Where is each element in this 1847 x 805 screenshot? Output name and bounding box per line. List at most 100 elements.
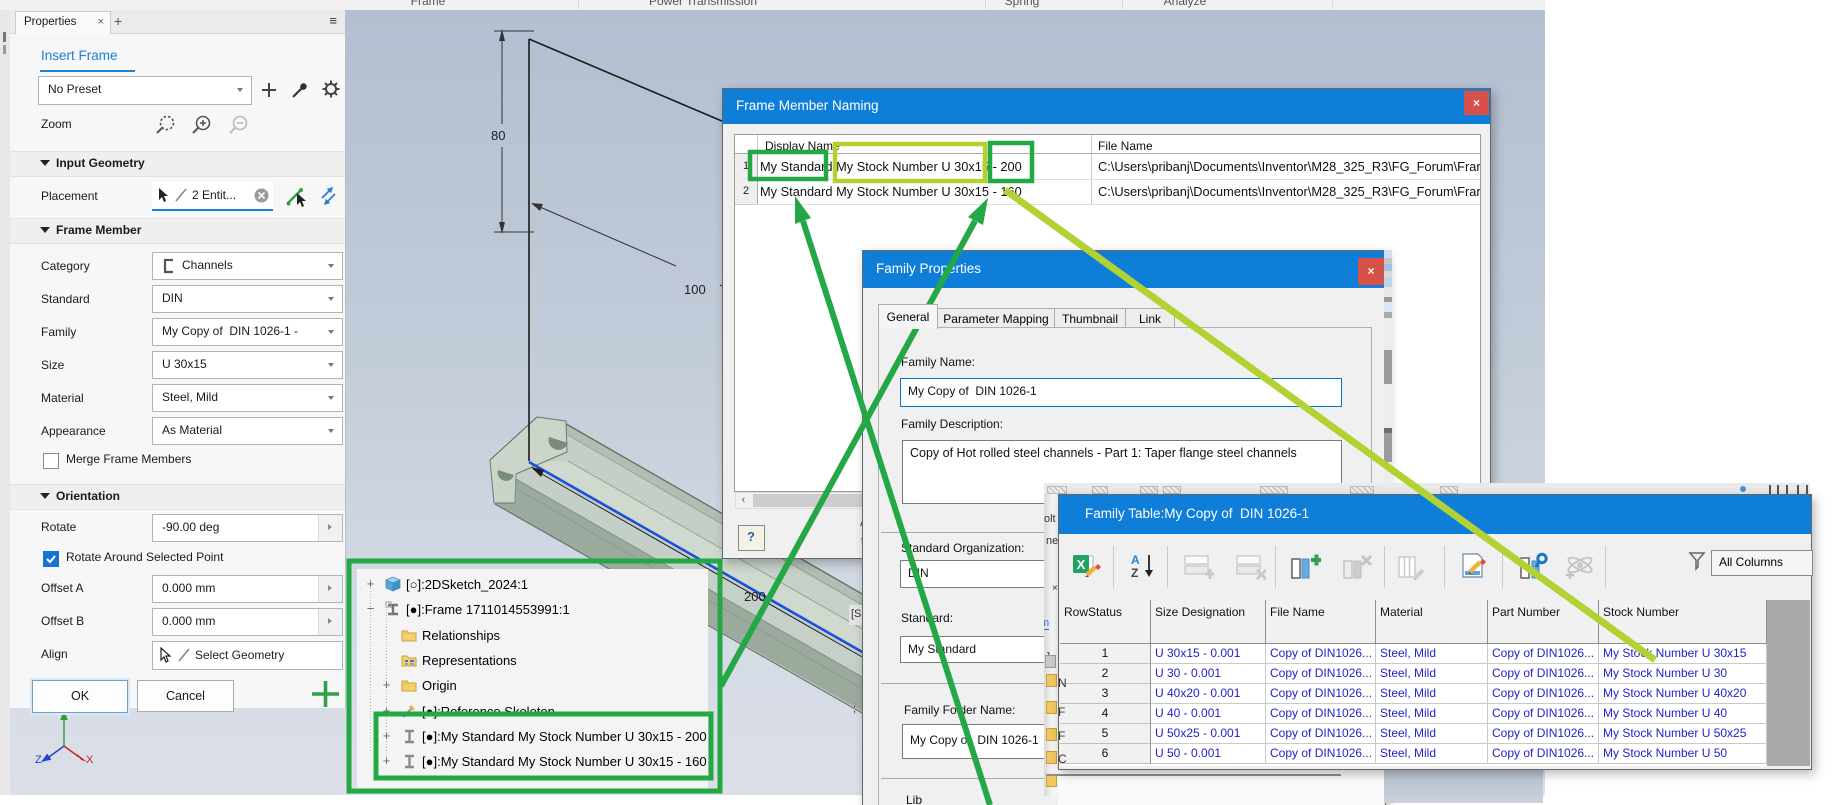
tree-expander[interactable]: + [365, 577, 376, 590]
tree-expander[interactable]: + [381, 678, 392, 691]
dropdown-category[interactable]: Channels [152, 252, 343, 280]
dropdown-standard[interactable]: DIN [152, 285, 343, 313]
key-column-icon[interactable] [1517, 552, 1549, 580]
table-cell[interactable]: U 40 - 0.001 [1151, 704, 1266, 724]
table-cell[interactable]: Copy of DIN1026... [1266, 664, 1376, 684]
column-header-size-designation[interactable]: Size Designation [1151, 600, 1266, 644]
display-name-cell[interactable]: My Standard My Stock Number U 30x15 - 20… [760, 159, 1022, 174]
frame-member-naming-titlebar[interactable]: Frame Member Naming [723, 89, 1490, 124]
table-cell[interactable]: U 40x20 - 0.001 [1151, 684, 1266, 704]
offset-b-flyout-button[interactable] [318, 609, 342, 635]
table-cell[interactable]: Steel, Mild [1376, 724, 1488, 744]
table-cell[interactable]: My Stock Number U 40 [1599, 704, 1767, 724]
filter-columns-dropdown[interactable]: All Columns [1711, 550, 1813, 576]
table-cell[interactable]: Copy of DIN1026... [1488, 724, 1599, 744]
table-cell[interactable]: My Stock Number U 40x20 [1599, 684, 1767, 704]
section-orientation[interactable]: Orientation [10, 484, 345, 510]
tree-item[interactable]: − [●]:Frame 1711014553991:1 [357, 598, 708, 623]
command-link-insert-frame[interactable]: Insert Frame [41, 48, 118, 63]
table-cell[interactable]: Copy of DIN1026... [1266, 724, 1376, 744]
family-properties-titlebar[interactable]: Family Properties [863, 251, 1385, 288]
sort-az-icon[interactable]: AZ [1129, 552, 1161, 580]
column-header-material[interactable]: Material [1376, 600, 1488, 644]
help-button[interactable]: ? [738, 525, 765, 551]
close-button[interactable]: × [1358, 258, 1384, 285]
section-input-geometry[interactable]: Input Geometry [10, 151, 345, 177]
table-cell[interactable]: Copy of DIN1026... [1488, 704, 1599, 724]
new-tab-button[interactable]: + [114, 13, 122, 29]
insert-column-icon[interactable] [1289, 552, 1321, 580]
edit-column-icon[interactable] [1395, 552, 1427, 580]
tree-item[interactable]: + [●]:My Standard My Stock Number U 30x15… [357, 750, 708, 775]
column-header-part-number[interactable]: Part Number [1488, 600, 1599, 644]
table-cell[interactable]: Copy of DIN1026... [1488, 684, 1599, 704]
preset-dropdown[interactable]: No Preset [38, 76, 252, 105]
preset-gear-icon[interactable] [321, 79, 341, 99]
table-cell[interactable]: Copy of DIN1026... [1488, 744, 1599, 764]
row-status-cell[interactable]: 4 [1060, 704, 1151, 724]
offset-a-flyout-button[interactable] [318, 576, 342, 602]
tab-properties[interactable]: Properties × [15, 11, 111, 34]
delete-column-icon[interactable] [1341, 552, 1373, 580]
preset-add-icon[interactable] [259, 80, 279, 100]
table-cell[interactable]: Copy of DIN1026... [1266, 704, 1376, 724]
tree-expander[interactable]: + [381, 754, 392, 767]
placement-field[interactable]: 2 Entit... [152, 182, 273, 211]
zoom-window-icon[interactable] [154, 113, 178, 137]
table-cell[interactable]: Steel, Mild [1376, 644, 1488, 664]
column-header-file-name[interactable]: File Name [1266, 600, 1376, 644]
clear-selection-icon[interactable] [254, 188, 269, 203]
row-status-cell[interactable]: 6 [1060, 744, 1151, 764]
merge-frame-members-checkbox[interactable] [43, 453, 59, 469]
scroll-left-icon[interactable]: ‹ [736, 493, 751, 508]
dropdown-family[interactable]: My Copy of DIN 1026-1 - [152, 318, 343, 346]
table-cell[interactable]: U 50x25 - 0.001 [1151, 724, 1266, 744]
table-cell[interactable]: Steel, Mild [1376, 684, 1488, 704]
tree-item[interactable]: + [○]:2DSketch_2024:1 [357, 573, 708, 598]
edit-cell-icon[interactable] [1458, 552, 1490, 580]
family-name-input[interactable]: My Copy of DIN 1026-1 [900, 378, 1342, 407]
section-frame-member[interactable]: Frame Member [10, 218, 345, 244]
tab-close-icon[interactable]: × [98, 16, 104, 28]
tree-expander[interactable]: − [365, 602, 376, 615]
table-cell[interactable]: Steel, Mild [1376, 664, 1488, 684]
rotate-around-point-checkbox[interactable] [43, 551, 59, 567]
panel-menu-icon[interactable]: ≡ [329, 13, 337, 28]
close-button[interactable]: × [1464, 91, 1489, 115]
rotate-flyout-button[interactable] [318, 515, 342, 541]
tree-expander[interactable]: + [381, 704, 392, 717]
row-status-cell[interactable]: 5 [1060, 724, 1151, 744]
tree-expander[interactable]: + [381, 729, 392, 742]
zoom-out-icon[interactable] [227, 113, 251, 137]
offset-a-input[interactable]: 0.000 mm [152, 575, 343, 603]
column-header-file-name[interactable]: File Name [1098, 139, 1153, 153]
column-header-stock-number[interactable]: Stock Number [1599, 600, 1767, 644]
tree-item[interactable]: + [●]:My Standard My Stock Number U 30x15… [357, 725, 708, 750]
row-status-cell[interactable]: 2 [1060, 664, 1151, 684]
table-cell[interactable]: My Stock Number U 50x25 [1599, 724, 1767, 744]
excel-edit-icon[interactable]: X [1071, 552, 1103, 580]
tree-item[interactable]: + Origin [357, 674, 708, 699]
table-cell[interactable]: U 30 - 0.001 [1151, 664, 1266, 684]
table-cell[interactable]: My Stock Number U 30 [1599, 664, 1767, 684]
row-status-cell[interactable]: 1 [1060, 644, 1151, 664]
tree-item[interactable]: Relationships [357, 624, 708, 649]
table-cell[interactable]: U 50 - 0.001 [1151, 744, 1266, 764]
dropdown-material[interactable]: Steel, Mild [152, 384, 343, 412]
tree-item[interactable]: Representations [357, 649, 708, 674]
select-line-icon[interactable] [285, 183, 311, 209]
table-cell[interactable]: Steel, Mild [1376, 744, 1488, 764]
file-name-cell[interactable]: C:\Users\pribanj\Documents\Inventor\M28_… [1098, 159, 1480, 174]
row-number[interactable]: 2 [735, 179, 758, 205]
delete-row-icon[interactable] [1234, 552, 1266, 580]
table-cell[interactable]: Copy of DIN1026... [1488, 664, 1599, 684]
row-status-cell[interactable]: 3 [1060, 684, 1151, 704]
tree-item[interactable]: + [●]:Reference Skeleton [357, 700, 708, 725]
rotate-input[interactable]: -90.00 deg [152, 514, 343, 542]
row-number[interactable]: 1 [735, 154, 758, 180]
preset-eyedropper-icon[interactable] [290, 80, 310, 100]
column-header-display-name[interactable]: Display Name [765, 139, 840, 153]
family-preview-icon[interactable] [1563, 552, 1595, 580]
flip-direction-icon[interactable] [318, 185, 340, 207]
table-cell[interactable]: Copy of DIN1026... [1266, 744, 1376, 764]
